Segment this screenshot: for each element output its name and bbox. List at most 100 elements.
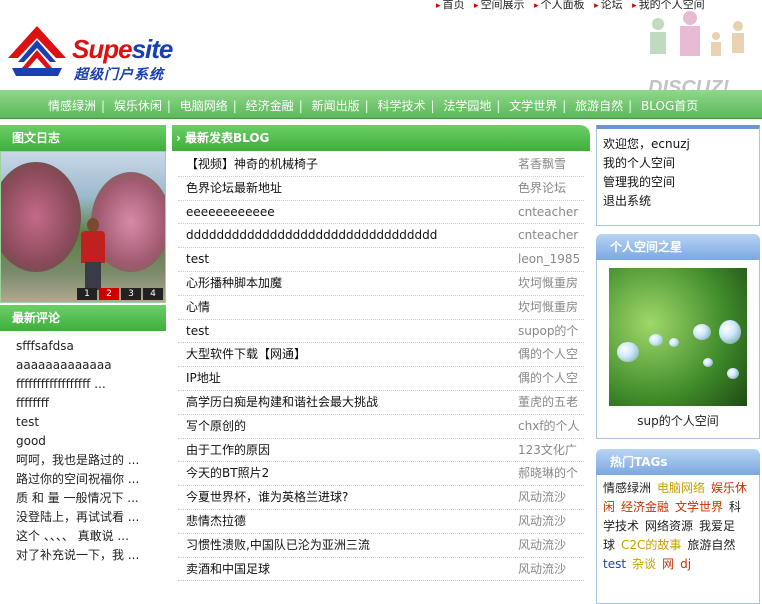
nav-item-literature[interactable]: 文学世界 <box>509 99 557 113</box>
photo-tree <box>1 162 81 272</box>
blog-title-link[interactable]: 高学历白痴是构建和谐社会最大挑战 <box>186 391 378 414</box>
nav-item-travel[interactable]: 旅游自然 <box>575 99 623 113</box>
blog-author-link[interactable]: leon_1985 <box>518 248 584 271</box>
table-row: IP地址 偶的个人空 <box>178 367 584 391</box>
blog-title-link[interactable]: test <box>186 320 209 343</box>
blog-title-link[interactable]: IP地址 <box>186 367 221 390</box>
blog-title-link[interactable]: 大型软件下载【网通】 <box>186 343 306 366</box>
tag-link[interactable]: 网络资源 <box>645 519 693 533</box>
supesite-logo[interactable]: Supesite 超级门户系统 <box>6 24 186 84</box>
space-star-caption[interactable]: sup的个人空间 <box>597 412 759 429</box>
blog-author-link[interactable]: 风动流沙 <box>518 534 584 557</box>
list-item[interactable]: good <box>16 432 164 451</box>
blog-author-link[interactable]: 123文化广 <box>518 439 584 462</box>
hot-tags-title: 热门TAGs <box>596 449 760 475</box>
tag-link[interactable]: test <box>603 557 626 571</box>
nav-item-computer[interactable]: 电脑网络 <box>180 99 228 113</box>
nav-item-finance[interactable]: 经济金融 <box>246 99 294 113</box>
blog-title-link[interactable]: test <box>186 248 209 271</box>
blog-author-link[interactable]: 风动流沙 <box>518 486 584 509</box>
tag-link[interactable]: C2C的故事 <box>621 538 681 552</box>
blog-author-link[interactable]: cnteacher <box>518 201 584 224</box>
blog-author-link[interactable]: 色界论坛 <box>518 177 584 200</box>
blog-title-link[interactable]: 心形播种脚本加魔 <box>186 272 282 295</box>
tag-link[interactable]: 旅游自然 <box>687 538 735 552</box>
logout-link[interactable]: 退出系统 <box>603 194 651 208</box>
pager-button-3[interactable]: 3 <box>121 288 141 300</box>
list-item[interactable]: 质 和 量 一般情况下 ... <box>16 489 164 508</box>
blog-author-link[interactable]: 偶的个人空 <box>518 343 584 366</box>
tag-link[interactable]: 电脑网络 <box>657 481 705 495</box>
latest-blog-title: 最新发表BLOG <box>184 131 270 145</box>
tag-link[interactable]: 经济金融 <box>621 500 669 514</box>
top-link-space-show[interactable]: 空间展示 <box>481 0 525 11</box>
list-item[interactable]: ffffffff <box>16 394 164 413</box>
list-item[interactable]: 没登陆上，再试试看 ... <box>16 508 164 527</box>
blog-author-link[interactable]: 董虎的五老 <box>518 391 584 414</box>
my-space-link[interactable]: 我的个人空间 <box>603 156 675 170</box>
tag-link[interactable]: 文学世界 <box>675 500 723 514</box>
discuz-logo: DISCUZ! <box>640 8 758 100</box>
arrow-icon: › <box>176 131 181 145</box>
blog-title-link[interactable]: 写个原创的 <box>186 415 246 438</box>
list-item[interactable]: test <box>16 413 164 432</box>
blog-title-link[interactable]: 今天的BT照片2 <box>186 462 269 485</box>
list-item[interactable]: 路过你的空间祝福你 ... <box>16 470 164 489</box>
nav-item-law[interactable]: 法学园地 <box>443 99 491 113</box>
photo-slideshow[interactable]: 1 2 3 4 <box>0 151 166 303</box>
blog-title-link[interactable]: 悲情杰拉德 <box>186 510 246 533</box>
blog-author-link[interactable]: 风动流沙 <box>518 510 584 533</box>
manage-space-link[interactable]: 管理我的空间 <box>603 175 675 189</box>
blog-author-link[interactable]: 风动流沙 <box>518 558 584 581</box>
blog-column: › 最新发表BLOG 【视频】神奇的机械椅子 茗香飘雪 色界论坛最新地址 色界论坛 e… <box>172 125 590 582</box>
table-row: 大型软件下载【网通】 偶的个人空 <box>178 343 584 368</box>
blog-title-link[interactable]: 习惯性溃败,中国队已沦为亚洲三流 <box>186 534 370 557</box>
latest-comments-title: 最新评论 <box>0 305 166 331</box>
blog-title-link[interactable]: ddddddddddddddddddddddddddddddddd <box>186 224 437 247</box>
nav-item-blog-home[interactable]: BLOG首页 <box>641 99 698 113</box>
tag-link[interactable]: 网 <box>662 557 674 571</box>
table-row: ddddddddddddddddddddddddddddddddd cnteach… <box>178 224 584 249</box>
nav-item-entertainment[interactable]: 娱乐休闲 <box>114 99 162 113</box>
table-row: 由于工作的原因 123文化广 <box>178 439 584 463</box>
blog-title-link[interactable]: 色界论坛最新地址 <box>186 177 282 200</box>
photo-person <box>81 218 105 290</box>
nav-item-science[interactable]: 科学技术 <box>377 99 425 113</box>
nav-item-emotion[interactable]: 情感绿洲 <box>48 99 96 113</box>
blog-title-link[interactable]: 【视频】神奇的机械椅子 <box>186 153 318 176</box>
top-link-forum[interactable]: 论坛 <box>601 0 623 11</box>
blog-author-link[interactable]: chxf的个人 <box>518 415 584 438</box>
blog-title-link[interactable]: 今夏世界杯，谁为英格兰进球? <box>186 486 348 509</box>
tag-link[interactable]: dj <box>680 557 691 571</box>
table-row: test leon_1985 <box>178 248 584 272</box>
pager-button-4[interactable]: 4 <box>143 288 163 300</box>
blog-title-link[interactable]: eeeeeeeeeeee <box>186 201 275 224</box>
list-item[interactable]: 呵呵，我也是路过的 ... <box>16 451 164 470</box>
tag-link[interactable]: 情感绿洲 <box>603 481 651 495</box>
blog-author-link[interactable]: 偶的个人空 <box>518 367 584 390</box>
table-row: test supop的个 <box>178 320 584 344</box>
table-row: 高学历白痴是构建和谐社会最大挑战 董虎的五老 <box>178 391 584 415</box>
blog-author-link[interactable]: 坎坷慨重房 <box>518 296 584 319</box>
space-star-image[interactable] <box>609 268 747 406</box>
pager-button-2[interactable]: 2 <box>99 288 119 300</box>
list-item[interactable]: ffffffffffffffffff ... <box>16 375 164 394</box>
logo-wordmark: Supesite <box>72 34 173 64</box>
pager-button-1[interactable]: 1 <box>77 288 97 300</box>
blog-author-link[interactable]: cnteacher <box>518 224 584 247</box>
list-item[interactable]: 对了补充说一下，我 ... <box>16 546 164 565</box>
top-link-panel[interactable]: 个人面板 <box>541 0 585 11</box>
nav-item-news[interactable]: 新闻出版 <box>312 99 360 113</box>
top-link-home[interactable]: 首页 <box>443 0 465 11</box>
list-item[interactable]: sfffsafdsa <box>16 337 164 356</box>
blog-title-link[interactable]: 卖酒和中国足球 <box>186 558 270 581</box>
blog-author-link[interactable]: 郝晓琳的个 <box>518 462 584 485</box>
blog-author-link[interactable]: 茗香飘雪 <box>518 153 584 176</box>
blog-author-link[interactable]: 坎坷慨重房 <box>518 272 584 295</box>
list-item[interactable]: aaaaaaaaaaaaa <box>16 356 164 375</box>
list-item[interactable]: 这个 、、、、 真敢说 ... <box>16 527 164 546</box>
blog-author-link[interactable]: supop的个 <box>518 320 584 343</box>
tag-link[interactable]: 杂谈 <box>632 557 656 571</box>
blog-title-link[interactable]: 由于工作的原因 <box>186 439 270 462</box>
blog-title-link[interactable]: 心情 <box>186 296 210 319</box>
